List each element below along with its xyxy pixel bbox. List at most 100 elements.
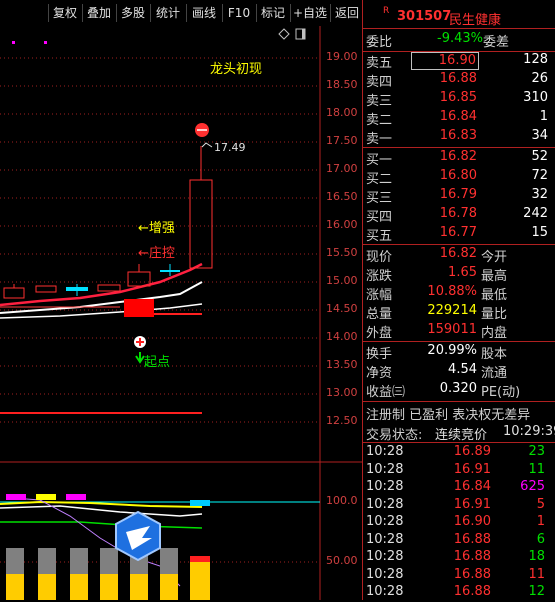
fuquan-button[interactable]: 复权 — [48, 4, 81, 22]
bid-row-4[interactable]: 买四 16.78 242 — [363, 206, 555, 225]
stat-label: 总量 — [366, 307, 393, 322]
stat-label: 涨跌 — [366, 269, 393, 284]
kline-chart[interactable]: 19.00 18.50 18.00 17.50 17.00 16.50 16.0… — [0, 26, 362, 600]
stat2-value: 20.99% — [427, 343, 477, 358]
zixuan-button[interactable]: +自选 — [290, 4, 329, 22]
price-tick: 13.00 — [326, 386, 358, 399]
stat2-label2: 流通 — [481, 366, 508, 381]
price-tick: 19.00 — [326, 50, 358, 63]
tick-time: 10:28 — [366, 531, 404, 547]
ask-vol: 310 — [523, 90, 548, 105]
bid-row-2[interactable]: 买二 16.80 72 — [363, 168, 555, 187]
annotation-qidian: 起点 — [144, 355, 171, 370]
ask-price: 16.88 — [439, 71, 477, 86]
bid-vol: 72 — [531, 168, 548, 183]
tick-vol: 23 — [528, 444, 545, 459]
ask-label: 卖二 — [366, 113, 393, 128]
bid-row-5[interactable]: 买五 16.77 15 — [363, 225, 555, 244]
tick-row: 10:28 16.84 625 — [363, 479, 555, 497]
bid-vol: 15 — [531, 225, 548, 240]
bid-label: 买四 — [366, 210, 393, 225]
ask-row-4[interactable]: 卖四 16.88 26 — [363, 71, 555, 90]
tick-row: 10:28 16.88 12 — [363, 584, 555, 602]
sub-tick: 50.00 — [326, 554, 358, 567]
tick-row: 10:28 16.88 18 — [363, 549, 555, 567]
tick-time: 10:28 — [366, 549, 404, 564]
huaxian-button[interactable]: 画线 — [186, 4, 221, 22]
ask-row-3[interactable]: 卖三 16.85 310 — [363, 90, 555, 109]
price-tick: 15.50 — [326, 246, 358, 259]
candles — [3, 146, 213, 317]
price-tick: 18.50 — [326, 78, 358, 91]
annotation-zhuangkong: ←庄控 — [138, 246, 175, 261]
tick-vol: 1 — [536, 514, 545, 529]
price-tick: 14.00 — [326, 330, 358, 343]
stat-label2: 内盘 — [481, 326, 508, 341]
ask-price: 16.84 — [439, 109, 477, 124]
r-badge: R — [383, 6, 390, 16]
fanhui-button[interactable]: 返回 — [330, 4, 363, 22]
stock-code: 301507 — [397, 9, 452, 24]
ask-label: 卖五 — [366, 56, 393, 71]
tick-time: 10:28 — [366, 584, 404, 599]
tick-time: 10:28 — [366, 461, 404, 477]
stat-value: 159011 — [427, 322, 477, 337]
biaoji-button[interactable]: 标记 — [256, 4, 289, 22]
tick-vol: 625 — [520, 479, 545, 494]
price-tick: 12.50 — [326, 414, 358, 427]
bid-row-1[interactable]: 买一 16.82 52 — [363, 149, 555, 168]
tick-time: 10:28 — [366, 479, 404, 494]
ask-label: 卖一 — [366, 132, 393, 147]
bid-vol: 242 — [523, 206, 548, 221]
tongji-button[interactable]: 统计 — [150, 4, 185, 22]
diejia-button[interactable]: 叠加 — [82, 4, 115, 22]
ask-row-5[interactable]: 卖五 16.90 128 — [363, 52, 555, 71]
bid-label: 买二 — [366, 172, 393, 187]
price-tick: 16.00 — [326, 218, 358, 231]
weibi-value: -9.43% — [437, 31, 483, 46]
watermark-logo-icon — [115, 510, 161, 562]
tick-time: 10:28 — [366, 496, 404, 512]
stat2-label2: PE(动) — [481, 385, 521, 400]
weicha-label: 委差 — [483, 35, 510, 50]
bid-row-3[interactable]: 买三 16.79 32 — [363, 187, 555, 206]
ask-label: 卖四 — [366, 75, 393, 90]
stat2-label2: 股本 — [481, 347, 508, 362]
bid-price: 16.82 — [439, 149, 477, 164]
bid-price: 16.80 — [439, 168, 477, 183]
kline-svg — [0, 26, 362, 600]
tick-vol: 6 — [536, 531, 545, 547]
tick-vol: 11 — [528, 566, 545, 582]
bid-label: 买三 — [366, 191, 393, 206]
weibi-label: 委比 — [366, 35, 393, 50]
tick-row: 10:28 16.88 6 — [363, 532, 555, 550]
ask-row-1[interactable]: 卖一 16.83 34 — [363, 128, 555, 147]
annotation-longtou: 龙头初现 — [210, 62, 263, 77]
f10-button[interactable]: F10 — [222, 4, 255, 22]
tick-row: 10:28 16.91 5 — [363, 497, 555, 515]
stat-label: 现价 — [366, 250, 393, 265]
stat-label2: 最低 — [481, 288, 508, 303]
price-tick: 17.50 — [326, 134, 358, 147]
stat-label2: 今开 — [481, 250, 508, 265]
tick-row: 10:28 16.88 11 — [363, 567, 555, 585]
ask-vol: 1 — [539, 109, 548, 124]
ask-row-2[interactable]: 卖二 16.84 1 — [363, 109, 555, 128]
tick-vol: 11 — [528, 461, 545, 477]
stat-label2: 最高 — [481, 269, 508, 284]
stat-label: 涨幅 — [366, 288, 393, 303]
tick-row: 10:28 16.91 11 — [363, 462, 555, 480]
trade-status-time: 10:29:39 — [503, 424, 555, 439]
stat-label2: 量比 — [481, 307, 508, 322]
trade-status-label: 交易状态: — [366, 428, 423, 443]
price-tick: 14.50 — [326, 302, 358, 315]
bid-vol: 32 — [531, 187, 548, 202]
stock-name: 民生健康 — [449, 13, 502, 28]
sub-tick: 100.0 — [326, 494, 358, 507]
ask-label: 卖三 — [366, 94, 393, 109]
ask-price: 16.85 — [439, 90, 477, 105]
stat2-label: 净资 — [366, 366, 393, 381]
duogu-button[interactable]: 多股 — [116, 4, 149, 22]
stat2-value: 0.320 — [439, 381, 477, 396]
stat-value: 10.88% — [427, 284, 477, 299]
